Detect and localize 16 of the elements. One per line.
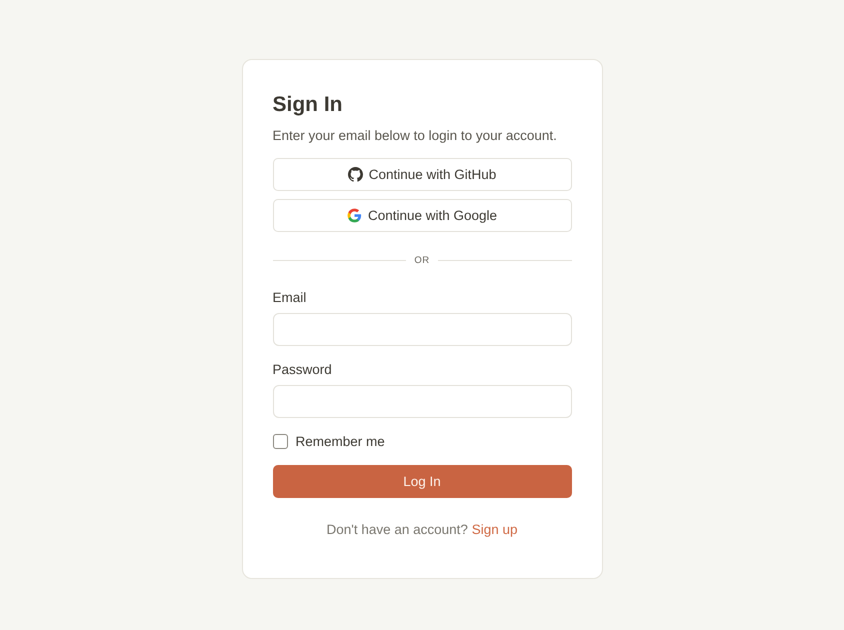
google-icon [346,208,362,223]
input-field[interactable] [272,313,572,346]
google-button[interactable]: Continue with Google [272,199,572,232]
signup-link[interactable]: Sign up [472,522,518,537]
checkbox-label: Remember me [296,434,385,449]
input-field[interactable] [272,385,572,418]
github-button[interactable]: Continue with GitHub [272,158,572,191]
field-label: Email [272,289,308,307]
login-button[interactable]: Log In [272,465,572,498]
field-label: Password [272,361,333,379]
divider-label: OR [414,255,430,266]
card-title: Sign In [272,92,344,118]
github-icon [348,167,363,182]
card-description: Enter your email below to login to your account. [272,127,558,145]
remember-checkbox[interactable] [272,434,288,449]
signup-prompt: Don't have an account? [326,522,468,537]
